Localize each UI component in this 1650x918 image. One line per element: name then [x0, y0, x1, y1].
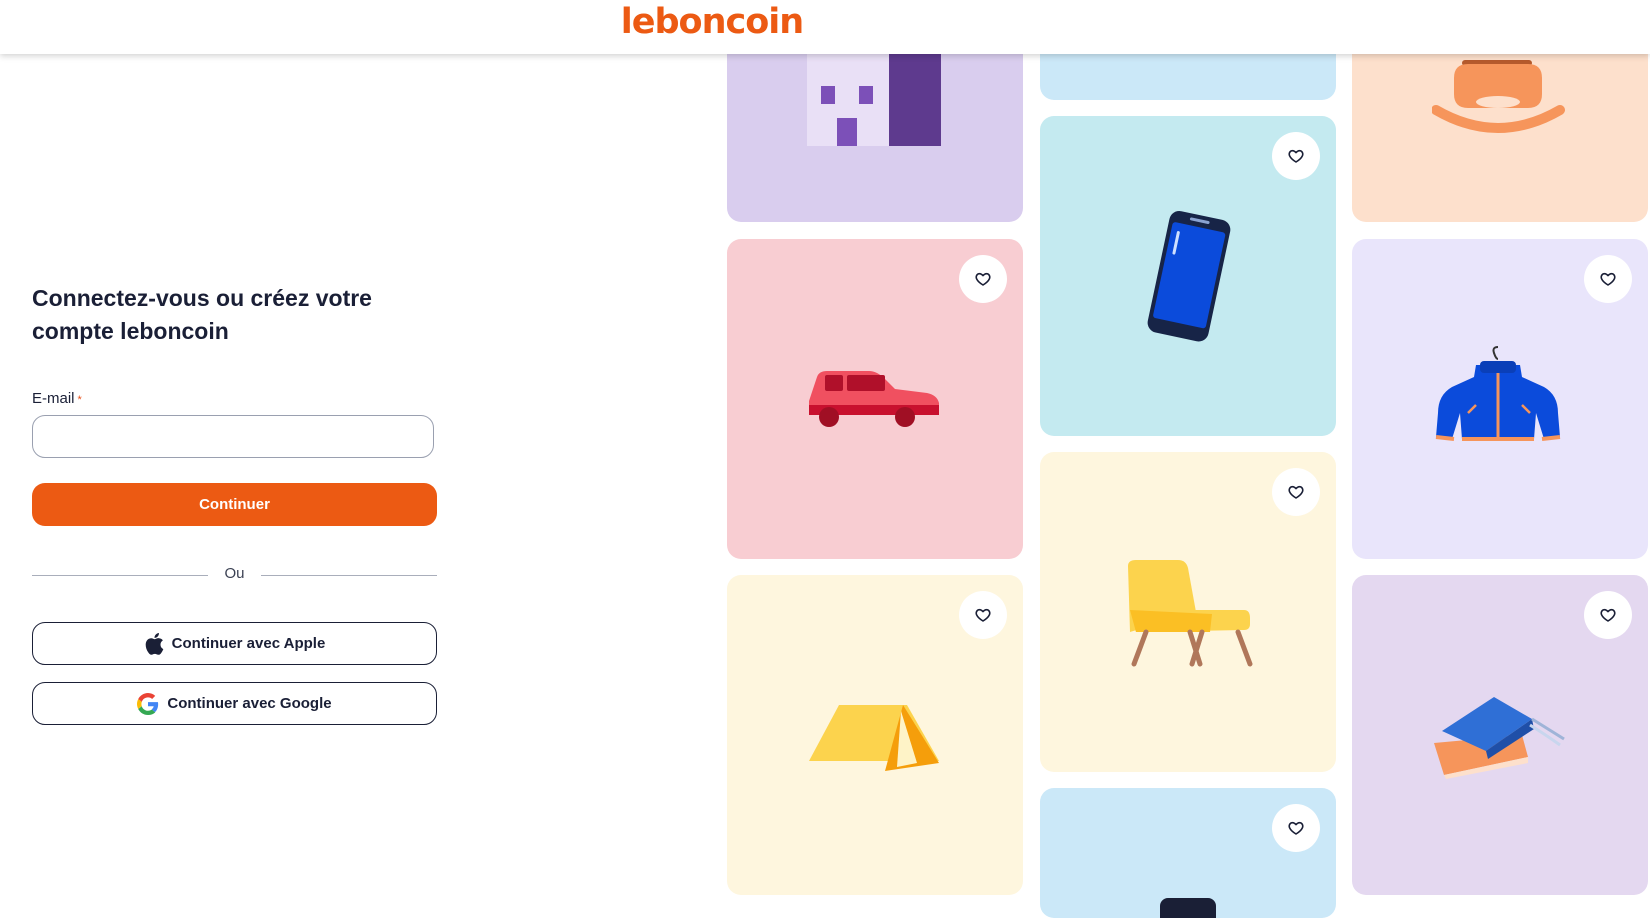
favorite-button[interactable] [959, 255, 1007, 303]
continue-button-label: Continuer [199, 496, 270, 513]
building-icon [807, 50, 941, 146]
tent-icon [809, 705, 939, 771]
favorite-button[interactable] [1272, 804, 1320, 852]
page-title: Connectez-vous ou créez votre compte leb… [32, 285, 372, 344]
books-icon [1434, 697, 1565, 779]
top-bar: leboncoin [0, 0, 1650, 54]
card-armchair[interactable] [1040, 452, 1336, 772]
card-jacket[interactable] [1352, 239, 1648, 559]
leboncoin-logo[interactable]: leboncoin [0, 2, 1424, 42]
required-mark: * [77, 394, 82, 406]
rocking-horse-icon [1432, 60, 1565, 133]
heart-icon [1288, 484, 1304, 500]
armchair-icon [1128, 560, 1253, 667]
email-label: E-mail * [32, 390, 82, 407]
favorite-button[interactable] [1584, 255, 1632, 303]
phone-partial-icon [1160, 898, 1216, 918]
card-smartphone[interactable] [1040, 116, 1336, 436]
or-divider: Ou [32, 565, 437, 585]
card-books[interactable] [1352, 575, 1648, 895]
card-rocking-horse[interactable] [1352, 30, 1648, 222]
favorite-button[interactable] [1584, 591, 1632, 639]
heart-icon [1288, 148, 1304, 164]
favorite-button[interactable] [1272, 468, 1320, 516]
heart-icon [1600, 271, 1616, 287]
heart-icon [1288, 820, 1304, 836]
card-car[interactable] [727, 239, 1023, 559]
heart-icon [1600, 607, 1616, 623]
google-login-label: Continuer avec Google [167, 695, 332, 712]
heart-icon [975, 607, 991, 623]
favorite-button[interactable] [959, 591, 1007, 639]
google-login-button[interactable]: Continuer avec Google [32, 682, 437, 725]
card-tent[interactable] [727, 575, 1023, 895]
card-phone-bottom[interactable] [1040, 788, 1336, 918]
divider-text: Ou [224, 565, 245, 582]
car-icon [809, 371, 939, 427]
apple-icon [144, 632, 164, 656]
smartphone-icon [1147, 210, 1231, 342]
email-input[interactable] [32, 415, 434, 458]
continue-button[interactable]: Continuer [32, 483, 437, 526]
card-building[interactable] [727, 30, 1023, 222]
divider-line-right [261, 575, 437, 576]
jacket-icon [1435, 346, 1561, 441]
heart-icon [975, 271, 991, 287]
apple-login-button[interactable]: Continuer avec Apple [32, 622, 437, 665]
email-label-text: E-mail [32, 390, 75, 407]
google-icon [137, 692, 159, 715]
favorite-button[interactable] [1272, 132, 1320, 180]
apple-login-label: Continuer avec Apple [171, 635, 326, 652]
